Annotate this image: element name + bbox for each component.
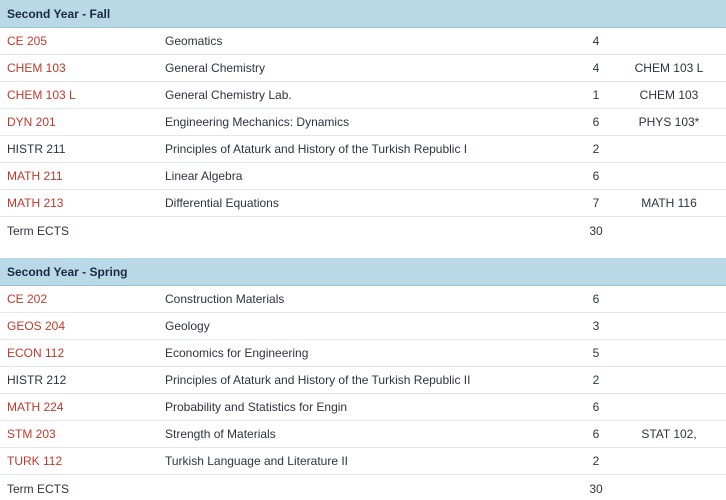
table-row: STM 203 Strength of Materials 6 STAT 102,: [0, 421, 726, 448]
course-prerequisite: PHYS 103*: [638, 115, 700, 129]
course-prerequisite: [612, 28, 726, 54]
table-row: CHEM 103 L General Chemistry Lab. 1 CHEM 10…: [0, 82, 726, 109]
course-name: Principles of Ataturk and History of the…: [165, 373, 471, 387]
course-name: Probability and Statistics for Engin: [165, 400, 348, 414]
table-row: CHEM 103 General Chemistry 4 CHEM 103 L: [0, 55, 726, 82]
course-prerequisite: CHEM 103: [639, 88, 699, 102]
course-ects: 1: [592, 88, 600, 102]
term-total-label: Term ECTS: [7, 481, 70, 496]
table-row: ECON 112 Economics for Engineering 5: [0, 340, 726, 367]
course-ects: 6: [592, 169, 600, 183]
course-code-link[interactable]: TURK 112: [7, 448, 62, 474]
term-total-value: 30: [589, 223, 603, 238]
course-code-link[interactable]: MATH 213: [7, 190, 63, 216]
course-code-link[interactable]: GEOS 204: [7, 313, 65, 339]
course-name: Engineering Mechanics: Dynamics: [165, 115, 350, 129]
course-code-link[interactable]: CHEM 103: [7, 55, 66, 81]
course-prerequisite: [612, 286, 726, 312]
table-row: CE 202 Construction Materials 6: [0, 286, 726, 313]
course-ects: 2: [592, 373, 600, 387]
table-row: MATH 211 Linear Algebra 6: [0, 163, 726, 190]
table-row: TURK 112 Turkish Language and Literature …: [0, 448, 726, 475]
term-total-value: 30: [589, 481, 603, 496]
course-rows: CE 205 Geomatics 4 CHEM 103 General Chemistr…: [0, 28, 726, 244]
course-code: HISTR 212: [7, 373, 67, 387]
course-ects: 4: [592, 61, 600, 75]
term-total-row: Term ECTS 30: [0, 475, 726, 500]
course-code-link[interactable]: CHEM 103 L: [7, 82, 76, 108]
course-ects: 2: [592, 454, 600, 468]
curriculum-page: Second Year - Fall CE 205 Geomatics 4 CHEM …: [0, 0, 726, 500]
term-table-fall: Second Year - Fall CE 205 Geomatics 4 CHEM …: [0, 0, 726, 244]
course-code-link[interactable]: MATH 224: [7, 394, 63, 420]
course-name: General Chemistry: [165, 61, 266, 75]
course-ects: 4: [592, 34, 600, 48]
table-row: HISTR 211 Principles of Ataturk and Histo…: [0, 136, 726, 163]
course-name: General Chemistry Lab.: [165, 88, 292, 102]
course-ects: 2: [592, 142, 600, 156]
course-code-link[interactable]: CE 202: [7, 286, 47, 312]
course-prerequisite: CHEM 103 L: [634, 61, 704, 75]
course-code: HISTR 211: [7, 142, 66, 156]
table-row: MATH 224 Probability and Statistics for E…: [0, 394, 726, 421]
course-prerequisite: [612, 340, 726, 366]
term-total-label: Term ECTS: [7, 223, 70, 238]
course-code-link[interactable]: ECON 112: [7, 340, 64, 366]
course-prerequisite: [612, 163, 726, 189]
course-code-link[interactable]: MATH 211: [7, 163, 63, 189]
course-name: Economics for Engineering: [165, 346, 309, 360]
course-ects: 7: [592, 196, 600, 210]
table-row: MATH 213 Differential Equations 7 MATH 116: [0, 190, 726, 217]
course-ects: 3: [592, 319, 600, 333]
course-prerequisite: [612, 448, 726, 474]
course-ects: 5: [592, 346, 600, 360]
course-prerequisite: [612, 394, 726, 420]
table-row: HISTR 212 Principles of Ataturk and Histo…: [0, 367, 726, 394]
term-table-spring: Second Year - Spring CE 202 Construction …: [0, 258, 726, 500]
table-row: CE 205 Geomatics 4: [0, 28, 726, 55]
table-row: DYN 201 Engineering Mechanics: Dynamics 6 P…: [0, 109, 726, 136]
course-ects: 6: [592, 292, 600, 306]
term-total-row: Term ECTS 30: [0, 217, 726, 244]
course-code-link[interactable]: STM 203: [7, 421, 56, 447]
term-header: Second Year - Spring: [0, 258, 726, 286]
course-name: Principles of Ataturk and History of the…: [165, 142, 468, 156]
course-name: Differential Equations: [165, 196, 279, 210]
course-code-link[interactable]: DYN 201: [7, 109, 56, 135]
course-ects: 6: [592, 400, 600, 414]
course-ects: 6: [592, 427, 600, 441]
course-prerequisite: [612, 367, 726, 393]
course-prerequisite: MATH 116: [641, 196, 697, 210]
course-prerequisite: STAT 102,: [641, 427, 697, 441]
course-name: Strength of Materials: [165, 427, 276, 441]
course-name: Linear Algebra: [165, 169, 243, 183]
course-name: Geology: [165, 319, 210, 333]
course-name: Construction Materials: [165, 292, 285, 306]
course-code-link[interactable]: CE 205: [7, 28, 47, 54]
course-name: Turkish Language and Literature II: [165, 454, 349, 468]
course-prerequisite: [612, 313, 726, 339]
course-rows: CE 202 Construction Materials 6 GEOS 204 Geo…: [0, 286, 726, 500]
table-row: GEOS 204 Geology 3: [0, 313, 726, 340]
course-ects: 6: [592, 115, 600, 129]
course-prerequisite: [612, 136, 726, 162]
term-header: Second Year - Fall: [0, 0, 726, 28]
course-name: Geomatics: [165, 34, 223, 48]
